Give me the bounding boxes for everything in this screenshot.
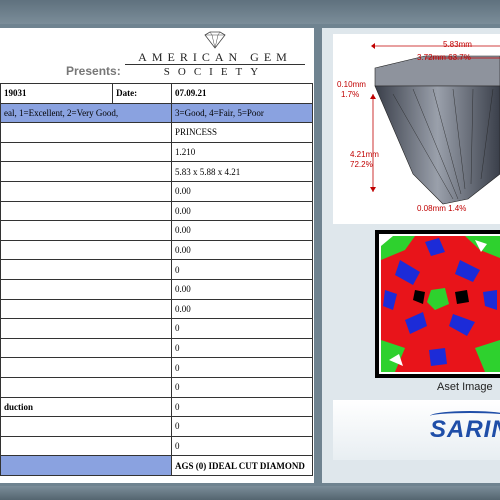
row-label: duction [0, 396, 173, 418]
row-label [0, 200, 173, 222]
row-value: 0 [171, 259, 313, 280]
table-row: 0 [0, 376, 313, 398]
crown-height-mm-label: 0.10mm [337, 80, 366, 89]
row-label [0, 161, 173, 182]
grading-report-table: 19031 Date: 07.09.21 eal, 1=Excellent, 2… [0, 83, 313, 476]
table-row: 0.00 [0, 239, 313, 261]
row-value: 0.00 [171, 239, 313, 261]
report-header: Presents: AMERICAN GEM SOCIETY [0, 28, 314, 83]
ags-logo-bottom-text: SOCIETY [163, 66, 267, 78]
final-grade-row: AGS (0) IDEAL CUT DIAMOND [0, 455, 313, 476]
report-panel: Presents: AMERICAN GEM SOCIETY 19031 Dat… [0, 28, 314, 483]
final-grade-label-cell [0, 455, 173, 476]
table-row: duction 0 [0, 396, 313, 418]
row-value: 5.83 x 5.88 x 4.21 [171, 161, 313, 182]
row-label [0, 278, 173, 300]
row-label [0, 318, 173, 339]
row-label [0, 141, 173, 163]
culet-label: 0.08mm 1.4% [417, 204, 467, 213]
table-row: 0.00 [0, 298, 313, 320]
table-row: 0 [0, 337, 313, 359]
row-value: 0 [171, 337, 313, 359]
table-row: 0.00 [0, 220, 313, 241]
window-bottom-frame [0, 486, 500, 500]
table-row: 0.00 [0, 278, 313, 300]
sarin-logo: SARIN [430, 416, 500, 443]
ags-logo-top-text: AMERICAN GEM [138, 50, 292, 64]
imaging-panel: 5.83mm 3.72mm 63.7% 0.10mm 1.7% 4.21mm 7… [322, 28, 500, 483]
row-label [0, 259, 173, 280]
window-top-frame [0, 0, 500, 24]
row-value: 0 [171, 376, 313, 398]
date-value: 07.09.21 [171, 83, 313, 104]
table-row: 19031 Date: 07.09.21 [0, 83, 313, 104]
diamond-profile-diagram [370, 43, 500, 205]
row-value: 0.00 [171, 278, 313, 300]
row-label [0, 435, 173, 457]
grade-legend-row: eal, 1=Excellent, 2=Very Good, 3=Good, 4… [0, 102, 313, 124]
table-row: 0 [0, 357, 313, 378]
aset-image [375, 230, 500, 378]
row-value: 0 [171, 318, 313, 339]
aset-caption: Aset Image [437, 381, 493, 393]
table-row: 0.00 [0, 200, 313, 222]
row-value: 0.00 [171, 298, 313, 320]
row-label [0, 239, 173, 261]
row-value: 1.210 [171, 141, 313, 163]
report-number: 19031 [0, 83, 114, 104]
table-row: 0 [0, 435, 313, 457]
row-label [0, 376, 173, 398]
table-row: 5.83 x 5.88 x 4.21 [0, 161, 313, 182]
row-label [0, 122, 173, 143]
row-label [0, 298, 173, 320]
crown-height-pct-label: 1.7% [341, 90, 360, 99]
final-grade-value: AGS (0) IDEAL CUT DIAMOND [171, 455, 313, 476]
diamond-icon [204, 31, 226, 49]
row-label [0, 220, 173, 241]
grade-legend-left: eal, 1=Excellent, 2=Very Good, [0, 102, 173, 124]
row-value: 0 [171, 396, 313, 418]
date-label: Date: [112, 83, 173, 104]
row-label [0, 337, 173, 359]
row-value: 0 [171, 435, 313, 457]
row-value: 0.00 [171, 220, 313, 241]
row-value: PRINCESS [171, 122, 313, 143]
proportion-diagram: 5.83mm 3.72mm 63.7% 0.10mm 1.7% 4.21mm 7… [333, 34, 500, 224]
table-row: 0 [0, 416, 313, 437]
row-value: 0 [171, 357, 313, 378]
table-width-label: 3.72mm 63.7% [417, 53, 471, 62]
table-row: PRINCESS [0, 122, 313, 143]
row-label [0, 357, 173, 378]
total-depth-pct-label: 72.2% [350, 160, 373, 169]
table-row: 0 [0, 318, 313, 339]
row-value: 0.00 [171, 180, 313, 202]
ags-logo: AMERICAN GEM SOCIETY [125, 31, 305, 79]
table-row: 0.00 [0, 180, 313, 202]
row-value: 0 [171, 416, 313, 437]
girdle-width-label: 5.83mm [443, 40, 472, 49]
aset-pattern [379, 234, 500, 374]
total-depth-mm-label: 4.21mm [350, 150, 379, 159]
sarin-logo-panel: SARIN [333, 400, 500, 460]
grade-legend-right: 3=Good, 4=Fair, 5=Poor [171, 102, 313, 124]
table-row: 1.210 [0, 141, 313, 163]
row-value: 0.00 [171, 200, 313, 222]
ags-logo-divider [125, 64, 305, 65]
presents-label: Presents: [66, 64, 121, 78]
table-row: 0 [0, 259, 313, 280]
row-label [0, 416, 173, 437]
row-label [0, 180, 173, 202]
